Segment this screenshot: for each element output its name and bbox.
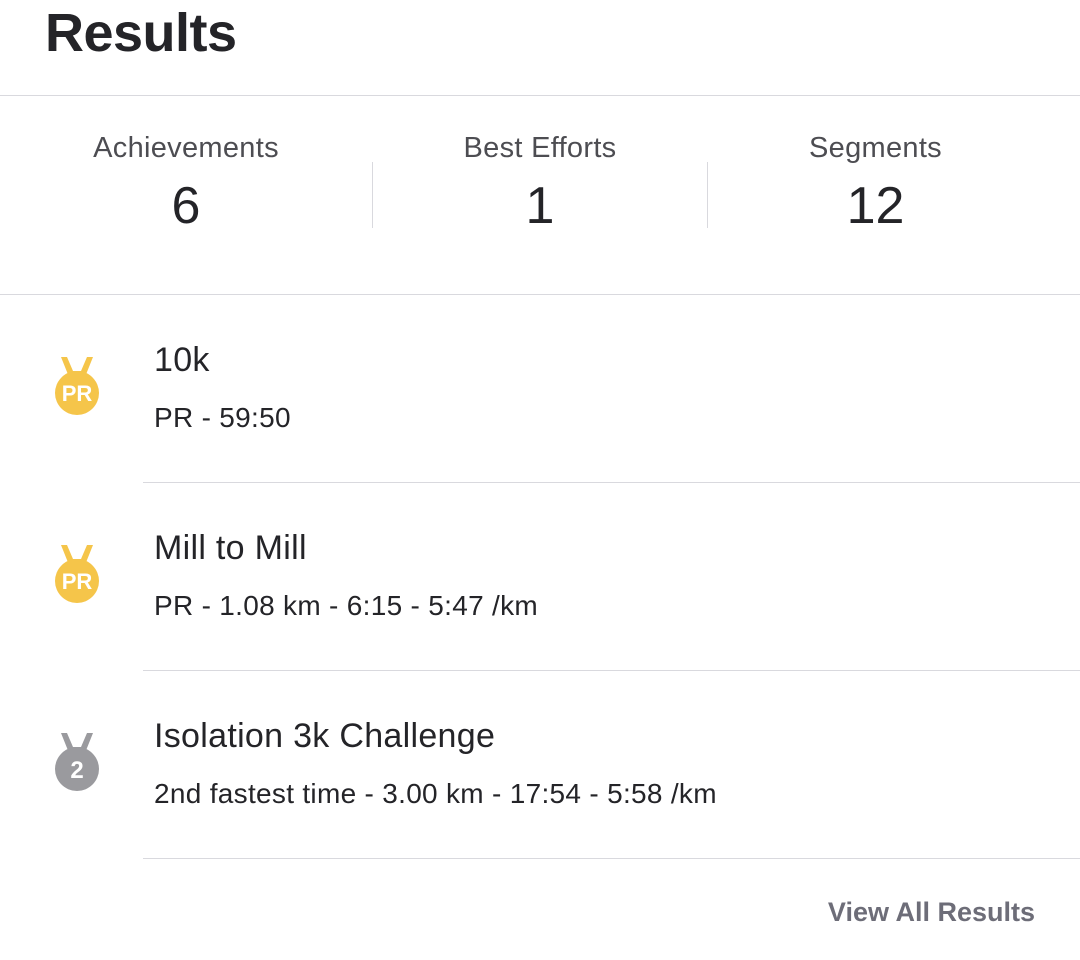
stat-value: 1 — [525, 177, 555, 235]
stat-segments[interactable]: Segments 12 — [708, 96, 1043, 294]
result-detail: 2nd fastest time - 3.00 km - 17:54 - 5:5… — [154, 778, 717, 809]
view-all-results-link[interactable]: View All Results — [828, 897, 1035, 928]
result-detail: PR - 59:50 — [154, 402, 291, 433]
stat-achievements[interactable]: Achievements 6 — [0, 96, 372, 294]
stat-value: 12 — [846, 177, 905, 235]
stat-divider — [707, 162, 708, 228]
result-row[interactable]: PR 10k PR - 59:50 — [0, 295, 1080, 483]
page-title: Results — [45, 3, 237, 63]
result-title: Mill to Mill — [154, 529, 307, 567]
pr-medal-icon: PR — [55, 545, 99, 603]
svg-text:PR: PR — [62, 381, 93, 406]
stat-value: 6 — [171, 177, 201, 235]
svg-text:PR: PR — [62, 569, 93, 594]
result-row[interactable]: PR Mill to Mill PR - 1.08 km - 6:15 - 5:… — [0, 483, 1080, 671]
stat-best-efforts[interactable]: Best Efforts 1 — [372, 96, 708, 294]
stat-label: Best Efforts — [463, 132, 617, 164]
result-row[interactable]: 2 Isolation 3k Challenge 2nd fastest tim… — [0, 671, 1080, 859]
svg-text:2: 2 — [70, 757, 83, 784]
results-list: PR 10k PR - 59:50 PR Mill to Mill PR - 1… — [0, 295, 1080, 859]
second-place-medal-icon: 2 — [55, 733, 99, 791]
result-detail: PR - 1.08 km - 6:15 - 5:47 /km — [154, 590, 539, 621]
stat-divider — [372, 162, 373, 228]
stat-label: Segments — [809, 132, 942, 164]
results-header: Results — [0, 0, 1080, 96]
result-title: Isolation 3k Challenge — [154, 717, 496, 755]
row-divider — [143, 858, 1080, 859]
result-title: 10k — [154, 341, 210, 379]
stat-label: Achievements — [93, 132, 279, 164]
pr-medal-icon: PR — [55, 357, 99, 415]
stats-summary: Achievements 6 Best Efforts 1 Segments 1… — [0, 96, 1080, 295]
